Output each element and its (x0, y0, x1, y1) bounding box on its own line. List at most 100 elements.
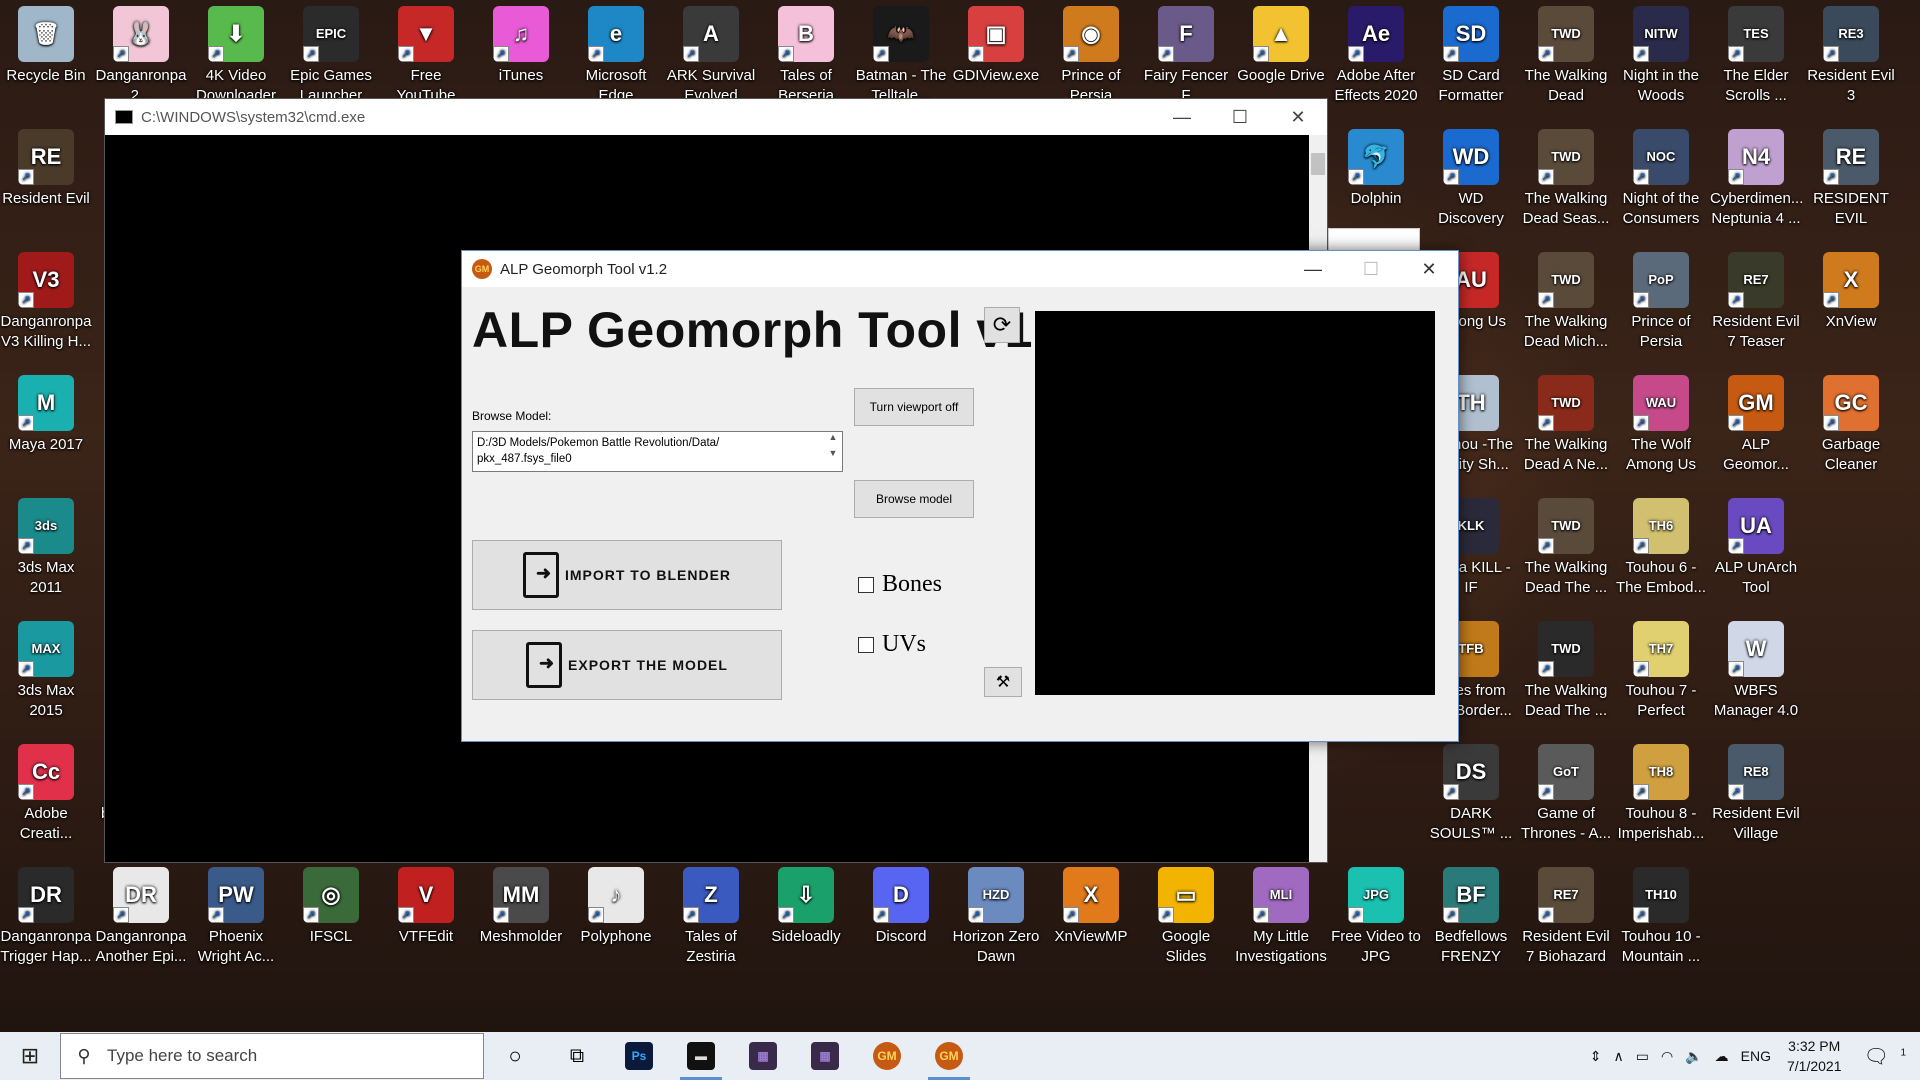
language-indicator[interactable]: ENG (1741, 1048, 1771, 1064)
desktop-icon[interactable]: TWD ↗ The Walking Dead (1520, 0, 1612, 106)
alp-geomorph-window[interactable]: GM ALP Geomorph Tool v1.2 — ☐ ✕ ALP Geom… (461, 250, 1459, 742)
bones-checkbox-box[interactable] (858, 576, 874, 593)
cmd-close-button[interactable]: ✕ (1269, 107, 1327, 128)
desktop-icon[interactable]: RE3 ↗ Resident Evil 3 (1805, 0, 1897, 106)
desktop-icon[interactable]: W ↗ WBFS Manager 4.0 (1710, 615, 1802, 721)
model-viewport[interactable] (1035, 311, 1435, 695)
desktop-icon[interactable]: SD ↗ SD Card Formatter (1425, 0, 1517, 106)
desktop-icon[interactable]: RE ↗ Resident Evil (0, 123, 92, 209)
desktop-icon[interactable]: F ↗ Fairy Fencer F (1140, 0, 1232, 106)
desktop-icon[interactable]: Z ↗ Tales of Zestiria (665, 861, 757, 967)
desktop-icon[interactable]: ♫ ↗ iTunes (475, 0, 567, 86)
desktop-icon[interactable]: TH7↗ Touhou 7 - Perfect Cher... (1615, 615, 1707, 721)
desktop-icon[interactable]: MAX ↗ 3ds Max 2015 (0, 615, 92, 721)
desktop-icon[interactable]: B ↗ Tales of Berseria (760, 0, 852, 106)
desktop-icon[interactable]: DR ↗ Danganronpa Trigger Hap... (0, 861, 92, 967)
desktop-icon[interactable]: X ↗ XnViewMP (1045, 861, 1137, 947)
desktop-icon[interactable]: GM ↗ ALP Geomor... (1710, 369, 1802, 475)
desktop-icon[interactable]: TWD ↗ The Walking Dead The ... (1520, 615, 1612, 721)
desktop-icon[interactable]: TH10 ↗ Touhou 10 - Mountain ... (1615, 861, 1707, 967)
volume-icon[interactable]: 🔈 (1685, 1048, 1702, 1065)
desktop-icon[interactable]: WAU ↗ The Wolf Among Us (1615, 369, 1707, 475)
taskbar-app-cmd[interactable]: ▬ (670, 1032, 732, 1080)
cmd-scroll-thumb[interactable] (1311, 153, 1325, 175)
show-hidden-icons[interactable]: ∧ (1614, 1048, 1624, 1065)
desktop-icon[interactable]: PW ↗ Phoenix Wright Ac... (190, 861, 282, 967)
model-path-input[interactable] (473, 432, 821, 473)
onedrive-icon[interactable]: ☁ (1715, 1048, 1729, 1065)
cmd-title-bar[interactable]: C:\WINDOWS\system32\cmd.exe — ☐ ✕ (105, 99, 1327, 135)
desktop-icon[interactable]: DS ↗ DARK SOULS™ ... (1425, 738, 1517, 844)
desktop-icon[interactable]: TH8 ↗ Touhou 8 - Imperishab... (1615, 738, 1707, 844)
desktop-icon[interactable]: V ↗ VTFEdit (380, 861, 472, 947)
desktop-icon[interactable]: BF ↗ Bedfellows FRENZY (1425, 861, 1517, 967)
battery-icon[interactable]: ▭ (1636, 1048, 1649, 1065)
desktop-icon[interactable]: TWD ↗ The Walking Dead Seas... (1520, 123, 1612, 229)
uvs-checkbox-box[interactable] (858, 636, 874, 653)
desktop-icon[interactable]: ⬇ ↗ 4K Video Downloader (190, 0, 282, 106)
tools-dropdown-button[interactable]: ⚒ (984, 667, 1022, 697)
desktop-icon[interactable]: A ↗ ARK Survival Evolved (665, 0, 757, 106)
desktop-icon[interactable]: RE7 ↗ Resident Evil 7 Biohazard (1520, 861, 1612, 967)
desktop-icon[interactable]: EPIC ↗ Epic Games Launcher (285, 0, 377, 106)
desktop-icon[interactable]: NITW ↗ Night in the Woods (1615, 0, 1707, 106)
desktop-icon[interactable]: TWD ↗ The Walking Dead A Ne... (1520, 369, 1612, 475)
taskbar-app-alp-geomorph-2[interactable]: GM (918, 1032, 980, 1080)
desktop-icon[interactable]: WD ↗ WD Discovery (1425, 123, 1517, 229)
desktop-icon[interactable]: TWD ↗ The Walking Dead The ... (1520, 492, 1612, 598)
cortana-button[interactable]: ○ (484, 1032, 546, 1080)
desktop-icon[interactable]: ◎ ↗ IFSCL (285, 861, 377, 947)
desktop-icon[interactable]: MLI ↗ My Little Investigations (1235, 861, 1327, 967)
desktop-icon[interactable]: RE8 ↗ Resident Evil Village (1710, 738, 1802, 844)
desktop-icon[interactable]: HZD ↗ Horizon Zero Dawn (950, 861, 1042, 967)
desktop-icon[interactable]: PoP ↗ Prince of Persia (1615, 246, 1707, 352)
desktop-icon[interactable]: Cc ↗ Adobe Creati... (0, 738, 92, 844)
notification-button[interactable]: 🗨 1 (1857, 1044, 1906, 1069)
wifi-icon[interactable]: ◠ (1661, 1048, 1673, 1065)
tray-scroll-icon[interactable]: ⇕ (1590, 1048, 1602, 1065)
bones-checkbox[interactable]: Bones (858, 571, 942, 598)
turn-viewport-off-button[interactable]: Turn viewport off (854, 388, 974, 426)
refresh-button[interactable]: ⟳ (984, 307, 1020, 343)
desktop-icon[interactable]: 🦇 ↗ Batman - The Telltale... (855, 0, 947, 106)
taskbar-app-minecraft-2[interactable]: ▦ (794, 1032, 856, 1080)
desktop-icon[interactable]: 🗑 Recycle Bin (0, 0, 92, 86)
desktop-icon[interactable]: M ↗ Maya 2017 (0, 369, 92, 455)
desktop-icon[interactable]: RE7↗ Resident Evil 7 Teaser Be... (1710, 246, 1802, 352)
desktop-icon[interactable]: MM ↗ Meshmolder (475, 861, 567, 947)
desktop-icon[interactable]: 🐬 ↗ Dolphin (1330, 123, 1422, 209)
clock[interactable]: 3:32 PM 7/1/2021 (1787, 1036, 1842, 1076)
desktop-icon[interactable]: DR ↗ Danganronpa Another Epi... (95, 861, 187, 967)
export-model-button[interactable]: EXPORT THE MODEL (472, 630, 782, 700)
model-path-scrollbar[interactable]: ▲ ▼ (824, 432, 842, 471)
desktop-icon[interactable]: N4 ↗ Cyberdimen... Neptunia 4 ... (1710, 123, 1802, 229)
desktop-icon[interactable]: 🐰 ↗ Danganronpa 2... (95, 0, 187, 106)
uvs-checkbox[interactable]: UVs (858, 631, 926, 658)
desktop-icon[interactable]: e ↗ Microsoft Edge (570, 0, 662, 106)
desktop-icon[interactable]: GoT ↗ Game of Thrones - A... (1520, 738, 1612, 844)
desktop-icon[interactable]: TES ↗ The Elder Scrolls ... (1710, 0, 1802, 106)
desktop-icon[interactable]: X ↗ XnView (1805, 246, 1897, 332)
desktop-icon[interactable]: ♪ ↗ Polyphone (570, 861, 662, 947)
taskbar-app-photoshop[interactable]: Ps (608, 1032, 670, 1080)
desktop-icon[interactable]: GC ↗ Garbage Cleaner (1805, 369, 1897, 475)
search-box[interactable]: ⚲ Type here to search (60, 1033, 484, 1079)
desktop-icon[interactable]: ▼↗Free YouTube Download (380, 0, 472, 106)
desktop-icon[interactable]: RE↗ RESIDENT EVIL RESIS... (1805, 123, 1897, 229)
desktop-icon[interactable]: D ↗ Discord (855, 861, 947, 947)
desktop-icon[interactable]: ▣ ↗ GDIView.exe (950, 0, 1042, 86)
scroll-down-icon[interactable]: ▼ (824, 448, 842, 458)
desktop-icon[interactable]: JPG↗ Free Video to JPG Converter (1330, 861, 1422, 967)
cmd-minimize-button[interactable]: — (1153, 107, 1211, 128)
start-button[interactable]: ⊞ (0, 1032, 60, 1080)
model-path-field[interactable]: ▲ ▼ (472, 431, 843, 473)
scroll-up-icon[interactable]: ▲ (824, 432, 842, 442)
desktop-icon[interactable]: UA ↗ ALP UnArch Tool (1710, 492, 1802, 598)
desktop-icon[interactable]: Ae ↗ Adobe After Effects 2020 (1330, 0, 1422, 106)
desktop-icon[interactable]: TWD ↗ The Walking Dead Mich... (1520, 246, 1612, 352)
browse-model-button[interactable]: Browse model (854, 480, 974, 518)
desktop-icon[interactable]: V3 ↗ Danganronpa V3 Killing H... (0, 246, 92, 352)
desktop-icon[interactable]: NOC ↗ Night of the Consumers (1615, 123, 1707, 229)
desktop-icon[interactable]: TH6 ↗ Touhou 6 - The Embod... (1615, 492, 1707, 598)
desktop-icon[interactable]: ⇩ ↗ Sideloadly (760, 861, 852, 947)
